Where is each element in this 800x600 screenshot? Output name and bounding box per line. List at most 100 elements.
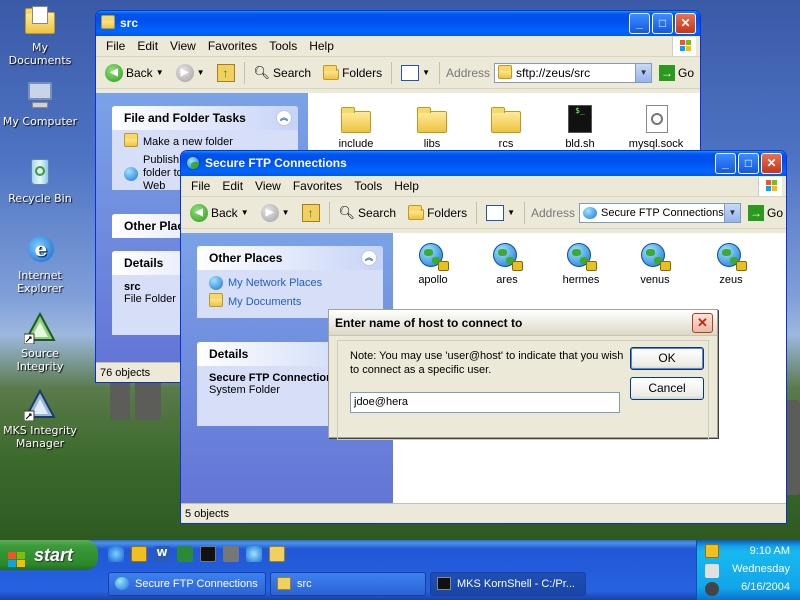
host-input[interactable]: jdoe@hera bbox=[350, 392, 620, 413]
maximize-button[interactable]: □ bbox=[652, 13, 673, 34]
sftp-icon bbox=[498, 64, 513, 79]
taskbar-button-label: src bbox=[297, 578, 312, 590]
quicklaunch-outlook-icon[interactable] bbox=[131, 546, 147, 562]
back-button[interactable]: ◀ Back ▼ bbox=[187, 202, 252, 224]
place-link-my-documents[interactable]: My Documents bbox=[209, 293, 371, 308]
user-tray-icon[interactable] bbox=[705, 564, 719, 578]
forward-button[interactable]: ▶ ▼ bbox=[173, 62, 208, 84]
address-dropdown-button[interactable]: ▼ bbox=[724, 203, 740, 222]
dialog-titlebar[interactable]: Enter name of host to connect to ✕ bbox=[329, 310, 717, 336]
search-button[interactable]: 🔍︎ Search bbox=[251, 63, 315, 83]
address-input[interactable]: sftp://zeus/src ▼ bbox=[494, 62, 653, 83]
menu-tools[interactable]: Tools bbox=[263, 39, 303, 53]
back-arrow-icon: ◀ bbox=[105, 63, 123, 82]
menu-favorites[interactable]: Favorites bbox=[202, 39, 263, 53]
desktop-icon-internet-explorer[interactable]: e Internet Explorer bbox=[0, 234, 80, 295]
windows-flag-icon bbox=[8, 547, 26, 567]
search-button[interactable]: 🔍︎ Search bbox=[336, 203, 400, 223]
file-item[interactable]: $_ bld.sh bbox=[550, 105, 610, 150]
address-dropdown-button[interactable]: ▼ bbox=[635, 63, 652, 82]
menu-view[interactable]: View bbox=[164, 39, 202, 53]
menu-tools[interactable]: Tools bbox=[348, 179, 388, 193]
address-value: sftp://zeus/src bbox=[516, 65, 591, 80]
views-button[interactable]: ▼ bbox=[398, 63, 433, 83]
quicklaunch-shell-icon[interactable] bbox=[200, 546, 216, 562]
maximize-button[interactable]: □ bbox=[738, 153, 759, 174]
file-item[interactable]: mysql.sock bbox=[626, 105, 686, 150]
taskbar-button-src[interactable]: src bbox=[270, 572, 426, 596]
menu-edit[interactable]: Edit bbox=[216, 179, 249, 193]
desktop-icon-recycle-bin[interactable]: Recycle Bin bbox=[0, 157, 80, 205]
address-input[interactable]: Secure FTP Connections ▼ bbox=[579, 202, 741, 223]
close-button[interactable]: ✕ bbox=[675, 13, 696, 34]
desktop-icon-label: Recycle Bin bbox=[8, 192, 72, 205]
file-name: include bbox=[338, 138, 374, 150]
desktop-icon-my-documents[interactable]: My Documents bbox=[0, 6, 80, 67]
volume-tray-icon[interactable] bbox=[705, 582, 719, 596]
forward-button[interactable]: ▶ ▼ bbox=[258, 202, 293, 224]
secure-host-icon bbox=[565, 241, 597, 271]
folder-icon bbox=[101, 15, 117, 30]
ok-button[interactable]: OK bbox=[630, 347, 704, 370]
views-button[interactable]: ▼ bbox=[483, 203, 518, 223]
quicklaunch-word-icon[interactable]: W bbox=[154, 546, 170, 562]
connect-dialog[interactable]: Enter name of host to connect to ✕ Note:… bbox=[328, 309, 718, 440]
menu-edit[interactable]: Edit bbox=[131, 39, 164, 53]
host-item-ares[interactable]: ares bbox=[477, 241, 537, 286]
quicklaunch-excel-icon[interactable] bbox=[177, 546, 193, 562]
file-item[interactable]: libs bbox=[402, 105, 462, 150]
taskbar-button-mks-kornshell[interactable]: MKS KornShell - C:/Pr... bbox=[430, 572, 586, 596]
taskbar-button-label: Secure FTP Connections bbox=[135, 578, 258, 590]
desktop-icon-mks-integrity-manager[interactable]: MKS Integrity Manager bbox=[0, 388, 80, 450]
toolbar-separator bbox=[243, 61, 245, 84]
place-link-my-network-places[interactable]: My Network Places bbox=[209, 276, 371, 290]
host-item-zeus[interactable]: zeus bbox=[701, 241, 761, 286]
folders-button[interactable]: Folders bbox=[320, 64, 385, 82]
menu-favorites[interactable]: Favorites bbox=[287, 179, 348, 193]
menu-help[interactable]: Help bbox=[388, 179, 425, 193]
clock-tray-icon[interactable] bbox=[705, 544, 719, 558]
views-icon bbox=[486, 204, 505, 221]
folders-button[interactable]: Folders bbox=[405, 204, 470, 222]
back-button[interactable]: ◀ Back ▼ bbox=[102, 62, 167, 84]
panel-title: Details bbox=[124, 256, 164, 270]
up-folder-button[interactable]: ↑ bbox=[214, 62, 238, 84]
secure-ftp-window-titlebar[interactable]: Secure FTP Connections _ □ ✕ bbox=[181, 151, 786, 176]
desktop-icon-label: Internet Explorer bbox=[17, 269, 63, 295]
publish-web-icon bbox=[124, 166, 138, 181]
menu-help[interactable]: Help bbox=[303, 39, 340, 53]
file-item[interactable]: rcs bbox=[476, 105, 536, 150]
quicklaunch-internet-explorer-icon[interactable] bbox=[108, 546, 124, 562]
close-icon[interactable]: ✕ bbox=[692, 313, 713, 333]
folders-icon bbox=[408, 205, 425, 220]
desktop-icon-my-computer[interactable]: My Computer bbox=[0, 80, 80, 128]
desktop-icon-source-integrity[interactable]: Source Integrity bbox=[0, 311, 80, 373]
desktop-icon-label: My Computer bbox=[2, 115, 78, 128]
collapse-chevron-icon[interactable]: ︽ bbox=[276, 110, 292, 126]
host-item-venus[interactable]: venus bbox=[625, 241, 685, 286]
src-window-titlebar[interactable]: src _ □ ✕ bbox=[96, 11, 700, 36]
up-folder-button[interactable]: ↑ bbox=[299, 202, 323, 224]
host-item-hermes[interactable]: hermes bbox=[551, 241, 611, 286]
task-link-new-folder[interactable]: Make a new folder bbox=[124, 133, 286, 148]
quicklaunch-browser-icon[interactable] bbox=[246, 546, 262, 562]
start-button[interactable]: start bbox=[0, 540, 98, 570]
menu-view[interactable]: View bbox=[249, 179, 287, 193]
folders-label: Folders bbox=[427, 205, 468, 220]
minimize-button[interactable]: _ bbox=[715, 153, 736, 174]
quicklaunch-integrity-icon[interactable] bbox=[223, 546, 239, 562]
window-title: src bbox=[120, 16, 139, 30]
minimize-button[interactable]: _ bbox=[629, 13, 650, 34]
cancel-button[interactable]: Cancel bbox=[630, 377, 704, 400]
taskbar-button-secure-ftp[interactable]: Secure FTP Connections bbox=[108, 572, 266, 596]
menu-file[interactable]: File bbox=[185, 179, 216, 193]
collapse-chevron-icon[interactable]: ︽ bbox=[361, 250, 377, 266]
host-item-apollo[interactable]: apollo bbox=[403, 241, 463, 286]
go-button[interactable]: → Go bbox=[745, 203, 786, 223]
go-button[interactable]: → Go bbox=[656, 63, 697, 83]
file-item[interactable]: include bbox=[326, 105, 386, 150]
menu-file[interactable]: File bbox=[100, 39, 131, 53]
address-label: Address bbox=[446, 65, 491, 80]
close-button[interactable]: ✕ bbox=[761, 153, 782, 174]
quicklaunch-folder-icon[interactable] bbox=[269, 546, 285, 562]
